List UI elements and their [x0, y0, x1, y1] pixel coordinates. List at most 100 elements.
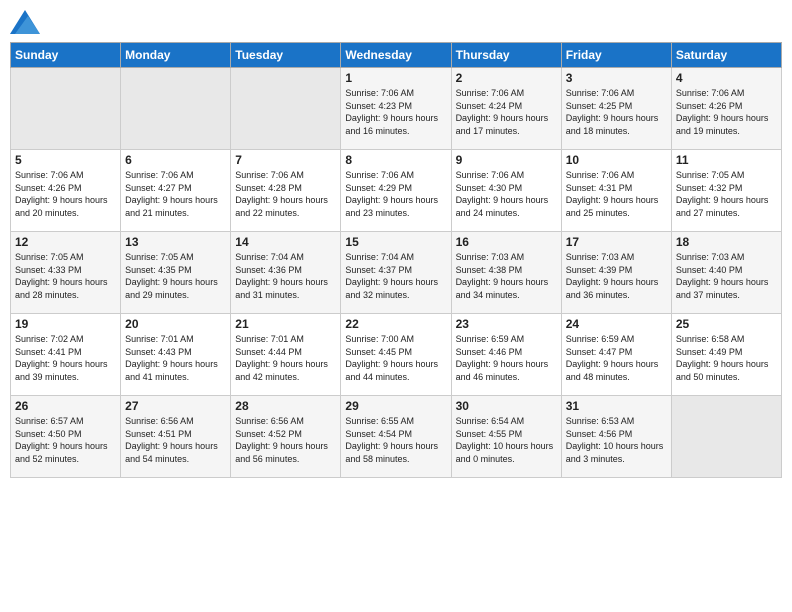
- day-info: Sunrise: 6:54 AMSunset: 4:55 PMDaylight:…: [456, 415, 557, 465]
- day-cell: 30 Sunrise: 6:54 AMSunset: 4:55 PMDayligh…: [451, 396, 561, 478]
- day-cell: 1 Sunrise: 7:06 AMSunset: 4:23 PMDaylight…: [341, 68, 451, 150]
- day-number: 30: [456, 399, 557, 413]
- day-cell: 20 Sunrise: 7:01 AMSunset: 4:43 PMDayligh…: [121, 314, 231, 396]
- day-number: 1: [345, 71, 446, 85]
- day-info: Sunrise: 7:06 AMSunset: 4:25 PMDaylight:…: [566, 87, 667, 137]
- day-number: 22: [345, 317, 446, 331]
- day-info: Sunrise: 6:56 AMSunset: 4:52 PMDaylight:…: [235, 415, 336, 465]
- day-number: 27: [125, 399, 226, 413]
- weekday-header-wednesday: Wednesday: [341, 43, 451, 68]
- day-info: Sunrise: 7:00 AMSunset: 4:45 PMDaylight:…: [345, 333, 446, 383]
- week-row-1: 1 Sunrise: 7:06 AMSunset: 4:23 PMDaylight…: [11, 68, 782, 150]
- week-row-3: 12 Sunrise: 7:05 AMSunset: 4:33 PMDayligh…: [11, 232, 782, 314]
- day-cell: [11, 68, 121, 150]
- day-cell: 21 Sunrise: 7:01 AMSunset: 4:44 PMDayligh…: [231, 314, 341, 396]
- day-info: Sunrise: 6:59 AMSunset: 4:46 PMDaylight:…: [456, 333, 557, 383]
- day-info: Sunrise: 7:06 AMSunset: 4:30 PMDaylight:…: [456, 169, 557, 219]
- day-info: Sunrise: 7:06 AMSunset: 4:27 PMDaylight:…: [125, 169, 226, 219]
- day-number: 9: [456, 153, 557, 167]
- calendar-table: SundayMondayTuesdayWednesdayThursdayFrid…: [10, 42, 782, 478]
- day-info: Sunrise: 6:53 AMSunset: 4:56 PMDaylight:…: [566, 415, 667, 465]
- day-number: 21: [235, 317, 336, 331]
- day-info: Sunrise: 7:06 AMSunset: 4:23 PMDaylight:…: [345, 87, 446, 137]
- day-info: Sunrise: 7:01 AMSunset: 4:43 PMDaylight:…: [125, 333, 226, 383]
- page: SundayMondayTuesdayWednesdayThursdayFrid…: [0, 0, 792, 612]
- day-cell: 15 Sunrise: 7:04 AMSunset: 4:37 PMDayligh…: [341, 232, 451, 314]
- day-number: 14: [235, 235, 336, 249]
- day-number: 19: [15, 317, 116, 331]
- day-number: 13: [125, 235, 226, 249]
- day-cell: 31 Sunrise: 6:53 AMSunset: 4:56 PMDayligh…: [561, 396, 671, 478]
- day-cell: 18 Sunrise: 7:03 AMSunset: 4:40 PMDayligh…: [671, 232, 781, 314]
- day-number: 3: [566, 71, 667, 85]
- day-info: Sunrise: 7:05 AMSunset: 4:35 PMDaylight:…: [125, 251, 226, 301]
- day-number: 20: [125, 317, 226, 331]
- day-info: Sunrise: 7:03 AMSunset: 4:40 PMDaylight:…: [676, 251, 777, 301]
- day-cell: 4 Sunrise: 7:06 AMSunset: 4:26 PMDaylight…: [671, 68, 781, 150]
- day-info: Sunrise: 7:06 AMSunset: 4:31 PMDaylight:…: [566, 169, 667, 219]
- day-cell: 25 Sunrise: 6:58 AMSunset: 4:49 PMDayligh…: [671, 314, 781, 396]
- day-info: Sunrise: 6:58 AMSunset: 4:49 PMDaylight:…: [676, 333, 777, 383]
- day-cell: 11Sunrise: 7:05 AMSunset: 4:32 PMDayligh…: [671, 150, 781, 232]
- day-info: Sunrise: 7:05 AMSunset: 4:32 PMDaylight:…: [676, 169, 777, 219]
- day-info: Sunrise: 7:05 AMSunset: 4:33 PMDaylight:…: [15, 251, 116, 301]
- weekday-header-monday: Monday: [121, 43, 231, 68]
- weekday-header-friday: Friday: [561, 43, 671, 68]
- day-cell: 14 Sunrise: 7:04 AMSunset: 4:36 PMDayligh…: [231, 232, 341, 314]
- day-info: Sunrise: 7:02 AMSunset: 4:41 PMDaylight:…: [15, 333, 116, 383]
- day-cell: 27Sunrise: 6:56 AMSunset: 4:51 PMDayligh…: [121, 396, 231, 478]
- day-number: 7: [235, 153, 336, 167]
- day-cell: 19 Sunrise: 7:02 AMSunset: 4:41 PMDayligh…: [11, 314, 121, 396]
- weekday-header-thursday: Thursday: [451, 43, 561, 68]
- logo-icon: [10, 10, 40, 34]
- day-cell: 26 Sunrise: 6:57 AMSunset: 4:50 PMDayligh…: [11, 396, 121, 478]
- day-info: Sunrise: 7:03 AMSunset: 4:39 PMDaylight:…: [566, 251, 667, 301]
- day-info: Sunrise: 7:06 AMSunset: 4:26 PMDaylight:…: [676, 87, 777, 137]
- day-cell: 16 Sunrise: 7:03 AMSunset: 4:38 PMDayligh…: [451, 232, 561, 314]
- day-number: 15: [345, 235, 446, 249]
- day-cell: 17 Sunrise: 7:03 AMSunset: 4:39 PMDayligh…: [561, 232, 671, 314]
- week-row-5: 26 Sunrise: 6:57 AMSunset: 4:50 PMDayligh…: [11, 396, 782, 478]
- weekday-header-row: SundayMondayTuesdayWednesdayThursdayFrid…: [11, 43, 782, 68]
- week-row-4: 19 Sunrise: 7:02 AMSunset: 4:41 PMDayligh…: [11, 314, 782, 396]
- day-number: 16: [456, 235, 557, 249]
- day-cell: 24 Sunrise: 6:59 AMSunset: 4:47 PMDayligh…: [561, 314, 671, 396]
- day-info: Sunrise: 6:59 AMSunset: 4:47 PMDaylight:…: [566, 333, 667, 383]
- day-number: 24: [566, 317, 667, 331]
- day-number: 17: [566, 235, 667, 249]
- day-number: 25: [676, 317, 777, 331]
- day-cell: 3 Sunrise: 7:06 AMSunset: 4:25 PMDaylight…: [561, 68, 671, 150]
- weekday-header-sunday: Sunday: [11, 43, 121, 68]
- day-info: Sunrise: 7:06 AMSunset: 4:28 PMDaylight:…: [235, 169, 336, 219]
- logo: [10, 10, 42, 34]
- day-info: Sunrise: 6:57 AMSunset: 4:50 PMDaylight:…: [15, 415, 116, 465]
- day-info: Sunrise: 7:01 AMSunset: 4:44 PMDaylight:…: [235, 333, 336, 383]
- weekday-header-saturday: Saturday: [671, 43, 781, 68]
- day-cell: [121, 68, 231, 150]
- week-row-2: 5Sunrise: 7:06 AMSunset: 4:26 PMDaylight…: [11, 150, 782, 232]
- day-info: Sunrise: 7:06 AMSunset: 4:24 PMDaylight:…: [456, 87, 557, 137]
- day-cell: 28Sunrise: 6:56 AMSunset: 4:52 PMDayligh…: [231, 396, 341, 478]
- day-info: Sunrise: 7:04 AMSunset: 4:37 PMDaylight:…: [345, 251, 446, 301]
- day-cell: 5Sunrise: 7:06 AMSunset: 4:26 PMDaylight…: [11, 150, 121, 232]
- day-info: Sunrise: 7:04 AMSunset: 4:36 PMDaylight:…: [235, 251, 336, 301]
- day-cell: 22 Sunrise: 7:00 AMSunset: 4:45 PMDayligh…: [341, 314, 451, 396]
- day-number: 4: [676, 71, 777, 85]
- day-number: 12: [15, 235, 116, 249]
- day-number: 29: [345, 399, 446, 413]
- day-number: 2: [456, 71, 557, 85]
- day-cell: 13 Sunrise: 7:05 AMSunset: 4:35 PMDayligh…: [121, 232, 231, 314]
- day-cell: [231, 68, 341, 150]
- day-cell: 8Sunrise: 7:06 AMSunset: 4:29 PMDaylight…: [341, 150, 451, 232]
- day-number: 31: [566, 399, 667, 413]
- day-cell: [671, 396, 781, 478]
- day-cell: 23 Sunrise: 6:59 AMSunset: 4:46 PMDayligh…: [451, 314, 561, 396]
- day-cell: 10Sunrise: 7:06 AMSunset: 4:31 PMDayligh…: [561, 150, 671, 232]
- day-number: 26: [15, 399, 116, 413]
- day-number: 18: [676, 235, 777, 249]
- day-number: 23: [456, 317, 557, 331]
- day-info: Sunrise: 7:03 AMSunset: 4:38 PMDaylight:…: [456, 251, 557, 301]
- day-number: 5: [15, 153, 116, 167]
- day-number: 6: [125, 153, 226, 167]
- header: [10, 10, 782, 34]
